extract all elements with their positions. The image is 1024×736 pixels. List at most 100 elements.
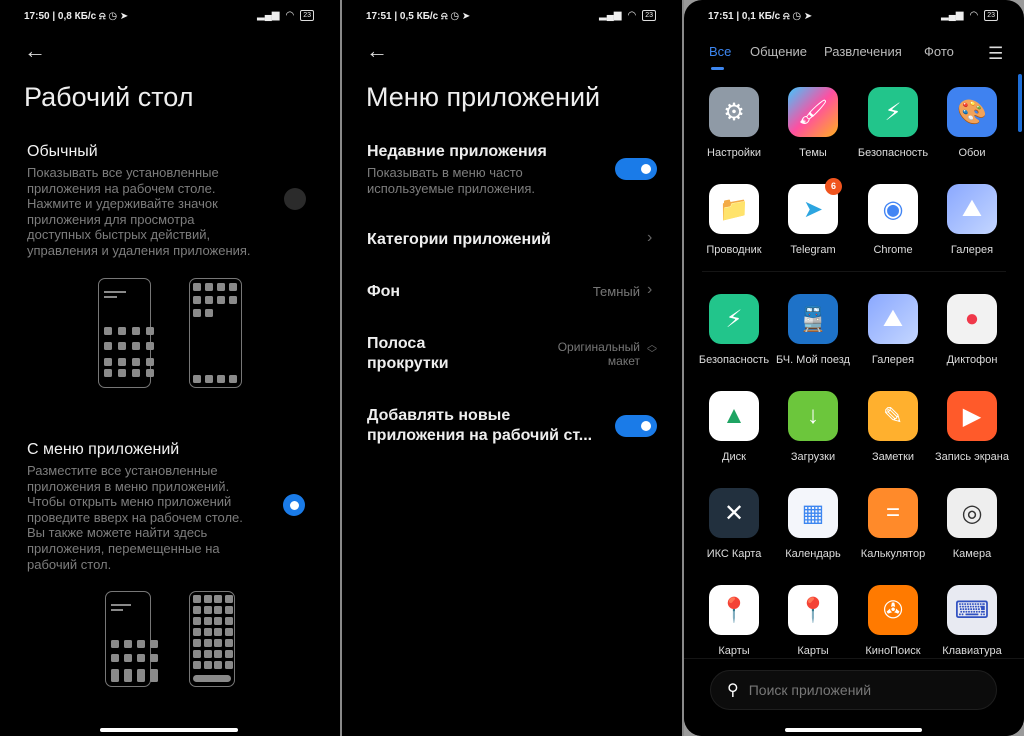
app-placeholder: [203, 606, 212, 614]
text-placeholder: [111, 609, 123, 611]
film-reel-icon: ✇: [868, 585, 918, 635]
app-label: Диск: [722, 451, 746, 463]
option-standard[interactable]: Обычный Показывать все установленные при…: [27, 143, 262, 259]
app-label: Проводник: [706, 244, 762, 256]
shield-icon: ⚡: [868, 87, 918, 137]
app-placeholder: [224, 617, 233, 625]
yandex-maps-icon: 📍: [788, 585, 838, 635]
app-placeholder: [104, 342, 112, 351]
tab-communication[interactable]: Общение: [750, 44, 807, 59]
option-title: С меню приложений: [27, 441, 180, 458]
app-gear[interactable]: ⚙ Настройки: [694, 87, 774, 160]
setting-recent-apps[interactable]: Недавние приложения Показывать в меню ча…: [367, 143, 597, 196]
app-palette[interactable]: 🎨 Обои: [932, 87, 1012, 160]
gear-icon: ⚙: [709, 87, 759, 137]
app-calendar[interactable]: ▦ Календарь: [773, 488, 853, 561]
search-input[interactable]: ⚲ Поиск приложений: [710, 670, 997, 710]
setting-background[interactable]: Фон: [367, 283, 400, 301]
app-placeholder: [205, 375, 213, 383]
app-folder[interactable]: 📁 Проводник: [694, 184, 774, 257]
app-shield[interactable]: ⚡ Безопасность: [694, 294, 774, 367]
setting-add-new-apps[interactable]: Добавлять новые приложения на рабочий ст…: [367, 407, 592, 445]
signal-icon: ▂▄▆: [941, 10, 964, 21]
setting-title: приложения на рабочий ст...: [367, 427, 593, 444]
radio-app-drawer[interactable]: [283, 494, 305, 516]
app-placeholder: [118, 327, 126, 335]
setting-scrollbar[interactable]: Полоса прокрутки: [367, 335, 449, 373]
app-label: Запись экрана: [934, 451, 1009, 463]
app-chrome[interactable]: ◉ Chrome: [853, 184, 933, 257]
back-button[interactable]: ←: [24, 38, 46, 64]
value-line: макет: [607, 354, 640, 368]
app-placeholder: [217, 283, 225, 291]
illustration-phone-home: [105, 591, 158, 687]
app-placeholder: [111, 673, 119, 682]
app-download[interactable]: ↓ Загрузки: [773, 391, 853, 464]
toggle-add-new-apps[interactable]: [615, 415, 657, 437]
app-gallery[interactable]: ⛰ Галерея: [932, 184, 1012, 257]
app-placeholder: [137, 673, 145, 682]
scrollbar[interactable]: [1018, 74, 1022, 132]
radio-standard[interactable]: [284, 188, 306, 210]
tab-photo[interactable]: Фото: [924, 44, 954, 59]
app-camera[interactable]: ◎ Камера: [932, 488, 1012, 561]
app-gallery[interactable]: ⛰ Галерея: [853, 294, 933, 367]
app-record[interactable]: ● Диктофон: [932, 294, 1012, 367]
app-placeholder: [224, 595, 233, 603]
app-label: Обои: [958, 147, 986, 159]
back-button[interactable]: ←: [366, 38, 388, 64]
setting-title: прокрутки: [367, 355, 449, 372]
app-yandex-maps[interactable]: 📍 Карты: [773, 585, 853, 658]
app-placeholder: [104, 327, 112, 335]
download-icon: ↓: [788, 391, 838, 441]
app-brush[interactable]: 🖌 Темы: [773, 87, 853, 160]
app-envelope[interactable]: ✕ ИКС Карта: [694, 488, 774, 561]
menu-icon[interactable]: ☰: [988, 44, 1003, 64]
illustration-phone-drawer: [189, 591, 235, 687]
app-pencil[interactable]: ✎ Заметки: [853, 391, 933, 464]
toggle-recent-apps[interactable]: [615, 158, 657, 180]
app-placeholder: [217, 375, 225, 383]
divider: [682, 0, 684, 736]
video-icon: ▶: [947, 391, 997, 441]
scrollbar-value: Оригинальный макет: [558, 340, 640, 368]
status-bar: 17:51 | 0,5 КБ/с ⍾ ◷ ➤: [366, 11, 471, 22]
app-film-reel[interactable]: ✇ КиноПоиск: [853, 585, 933, 658]
option-app-drawer[interactable]: С меню приложений Разместите все установ…: [27, 441, 262, 572]
app-placeholder: [132, 327, 140, 335]
envelope-icon: ✕: [709, 488, 759, 538]
illustration-phone-home: [98, 278, 154, 388]
app-placeholder: [229, 296, 237, 304]
divider: [340, 0, 342, 736]
app-placeholder: [205, 283, 213, 291]
app-google-maps[interactable]: 📍 Карты: [694, 585, 774, 658]
app-calculator[interactable]: = Калькулятор: [853, 488, 933, 561]
app-placeholder: [214, 617, 222, 625]
status-icons: ▂▄▆ ◠ 23: [941, 10, 998, 21]
app-placeholder: [146, 342, 154, 351]
app-placeholder: [224, 661, 233, 669]
app-placeholder: [217, 296, 225, 304]
brush-icon: 🖌: [788, 87, 838, 137]
tab-entertainment[interactable]: Развлечения: [824, 44, 902, 59]
app-placeholder: [205, 296, 213, 304]
app-placeholder: [137, 654, 145, 663]
app-placeholder: [203, 639, 212, 647]
app-drive[interactable]: ▲ Диск: [694, 391, 774, 464]
app-label: Калькулятор: [860, 548, 926, 560]
app-placeholder: [146, 327, 154, 335]
option-desc: Разместите все установленные приложения …: [27, 463, 243, 572]
app-placeholder: [203, 595, 212, 603]
app-placeholder: [205, 309, 213, 317]
setting-categories[interactable]: Категории приложений: [367, 231, 551, 249]
app-train[interactable]: 🚆 БЧ. Мой поезд: [773, 294, 853, 367]
app-shield[interactable]: ⚡ Безопасность: [853, 87, 933, 160]
tab-all[interactable]: Все: [709, 44, 731, 59]
app-video[interactable]: ▶ Запись экрана: [932, 391, 1012, 464]
active-tab-indicator: [711, 67, 724, 70]
app-placeholder: [118, 369, 126, 377]
app-label: Карты: [718, 645, 750, 657]
app-telegram[interactable]: ➤ 6 Telegram: [773, 178, 853, 257]
app-label: Загрузки: [790, 451, 836, 463]
signal-icon: ▂▄▆: [257, 10, 280, 21]
